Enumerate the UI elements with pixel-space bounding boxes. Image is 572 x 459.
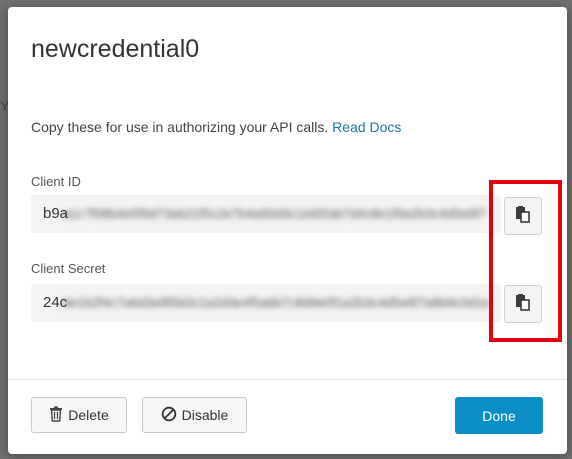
intro-text: Copy these for use in authorizing your A… [31,119,401,135]
backdrop-text: Y [0,98,10,114]
modal-title: newcredential0 [31,35,200,63]
ban-icon [161,406,177,425]
client-secret-label: Client Secret [31,261,106,276]
client-id-label: Client ID [31,174,81,189]
delete-button[interactable]: Delete [31,397,127,433]
client-secret-field[interactable]: 24c 9e1b2f4c7a6d3e8f5b0c1a2d3e4f5a6b7c8d… [31,284,501,322]
client-id-prefix: b9a [43,205,69,222]
read-docs-link[interactable]: Read Docs [332,119,401,135]
delete-label: Delete [68,407,109,423]
trash-icon [49,406,63,425]
credential-modal: newcredential0 Copy these for use in aut… [8,7,567,454]
client-secret-masked-value: 9e1b2f4c7a6d3e8f5b0c1a2d3e4f5a6b7c8d9e0f… [63,295,490,310]
footer-divider [8,379,567,380]
disable-button[interactable]: Disable [142,397,247,433]
done-button[interactable]: Done [455,397,543,434]
client-id-field[interactable]: b9a a1c7f08b4e5f9d73ab21f5c2e7b4a90d3c1e… [31,195,501,233]
client-id-masked-value: a1c7f08b4e5f9d73ab21f5c2e7b4a90d3c1e6f2a… [63,206,486,221]
disable-label: Disable [181,407,229,423]
intro-message: Copy these for use in authorizing your A… [31,119,329,135]
highlight-box [489,180,562,342]
client-secret-prefix: 24c [43,294,68,311]
